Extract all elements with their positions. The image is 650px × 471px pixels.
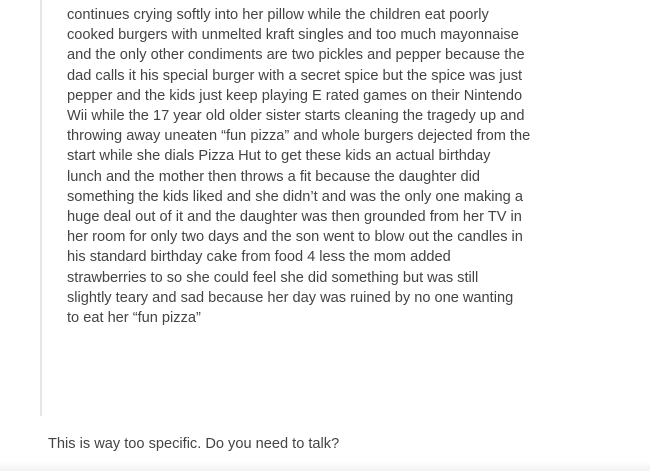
quote-line: lunch and the mother then throws a fit b… [67,168,480,185]
bottom-fade [0,461,650,471]
quote-line: slightly teary and sad because her day w… [67,289,514,306]
quote-line: start while she dials Pizza Hut to get t… [67,148,491,165]
quote-line: strawberries to so she could feel she di… [67,269,479,286]
quote-line: continues crying softly into her pillow … [67,7,489,23]
quote-line: her room for only two days and the son w… [67,229,523,246]
quote-line: Wii while the 17 year old older sister s… [67,108,525,125]
quoted-post-text: continues crying softly into her pillow … [67,5,639,328]
quote-line: pepper and the kids just keep playing E … [67,87,523,104]
quote-line: dad calls it his special burger with a s… [67,67,523,84]
quote-line: and the only other condiments are two pi… [67,47,525,64]
quote-line: huge deal out of it and the daughter was… [67,209,522,226]
reply-text: This is way too specific. Do you need to… [48,436,340,452]
quote-line: his standard birthday cake from food 4 l… [67,249,451,266]
quote-line: something the kids liked and she didn’t … [67,188,523,205]
quote-line: to eat her “fun pizza” [67,310,201,327]
quote-line: cooked burgers with unmelted kraft singl… [67,27,519,44]
quote-line: throwing away uneaten “fun pizza” and wh… [67,128,531,145]
